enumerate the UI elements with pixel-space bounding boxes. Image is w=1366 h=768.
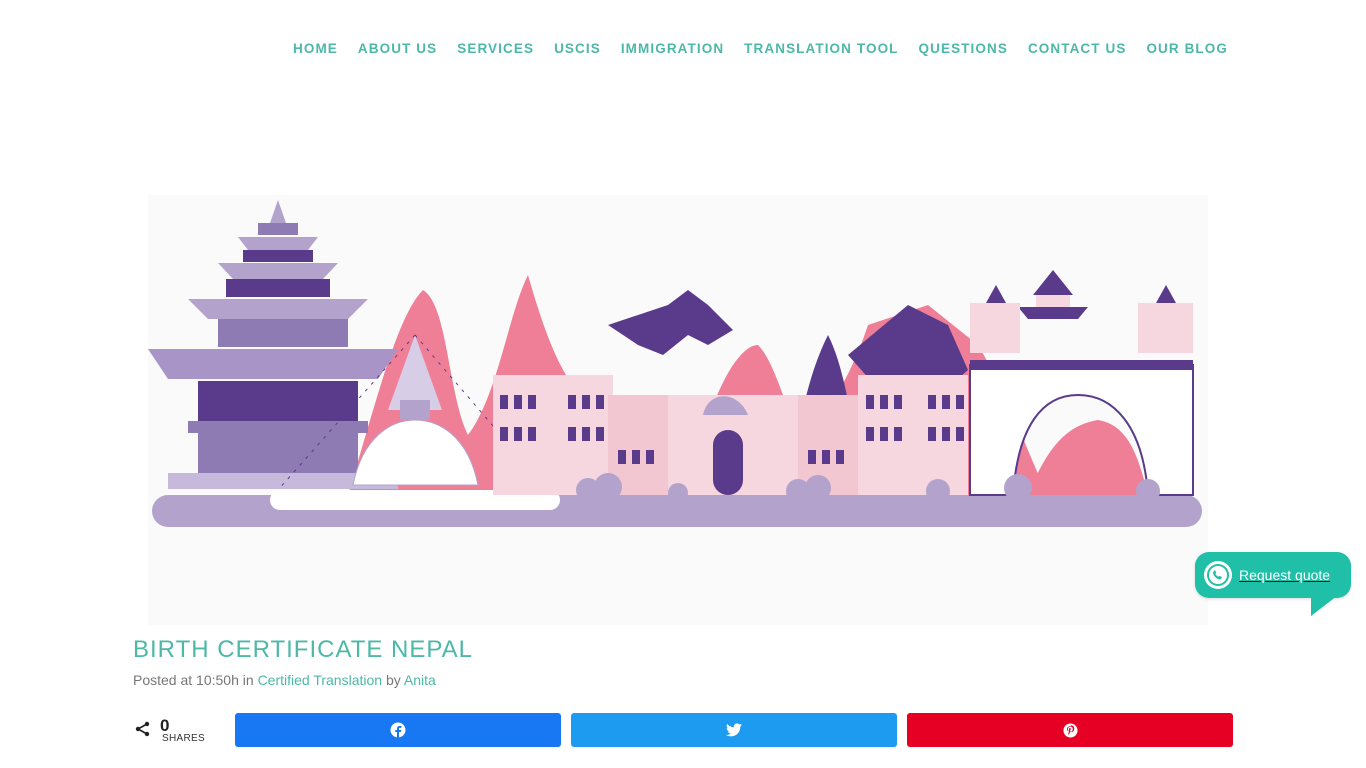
post-title: BIRTH CERTIFICATE NEPAL	[133, 636, 473, 663]
post-category-link[interactable]: Certified Translation	[258, 672, 383, 688]
nav-translation-tool[interactable]: TRANSLATION TOOL	[734, 40, 908, 58]
nav-contact-us[interactable]: CONTACT US	[1018, 40, 1137, 58]
posted-prefix: Posted at	[133, 672, 197, 688]
page: HOME ABOUT US SERVICES USCIS IMMIGRATION…	[0, 0, 1366, 768]
hero-image	[148, 195, 1208, 625]
twitter-icon	[726, 723, 742, 737]
nav-home[interactable]: HOME	[283, 40, 348, 58]
share-icon	[135, 721, 150, 737]
twitter-share-button[interactable]	[571, 713, 897, 747]
post-meta: Posted at 10:50h in Certified Translatio…	[133, 672, 436, 688]
nav-questions[interactable]: QUESTIONS	[909, 40, 1018, 58]
facebook-icon	[390, 722, 406, 738]
whatsapp-bubble-tail	[1311, 596, 1337, 616]
pinterest-share-button[interactable]	[907, 713, 1233, 747]
nav-our-blog[interactable]: OUR BLOG	[1136, 40, 1238, 58]
facebook-share-button[interactable]	[235, 713, 561, 747]
whatsapp-icon	[1204, 561, 1232, 589]
whatsapp-request-quote-button[interactable]: Request quote	[1195, 552, 1351, 616]
post-time: 10:50h	[196, 672, 239, 688]
nepal-landmarks-illustration	[148, 200, 1202, 527]
main-nav: HOME ABOUT US SERVICES USCIS IMMIGRATION…	[283, 40, 1238, 58]
share-count-label: SHARES	[162, 733, 205, 744]
by-word: by	[382, 672, 404, 688]
nav-services[interactable]: SERVICES	[447, 40, 544, 58]
in-word: in	[238, 672, 258, 688]
pinterest-icon	[1062, 722, 1078, 738]
nav-immigration[interactable]: IMMIGRATION	[611, 40, 734, 58]
nav-uscis[interactable]: USCIS	[544, 40, 611, 58]
nav-about-us[interactable]: ABOUT US	[348, 40, 447, 58]
whatsapp-label: Request quote	[1239, 567, 1331, 583]
post-author-link[interactable]: Anita	[404, 672, 436, 688]
share-counter: 0 SHARES	[134, 716, 224, 746]
